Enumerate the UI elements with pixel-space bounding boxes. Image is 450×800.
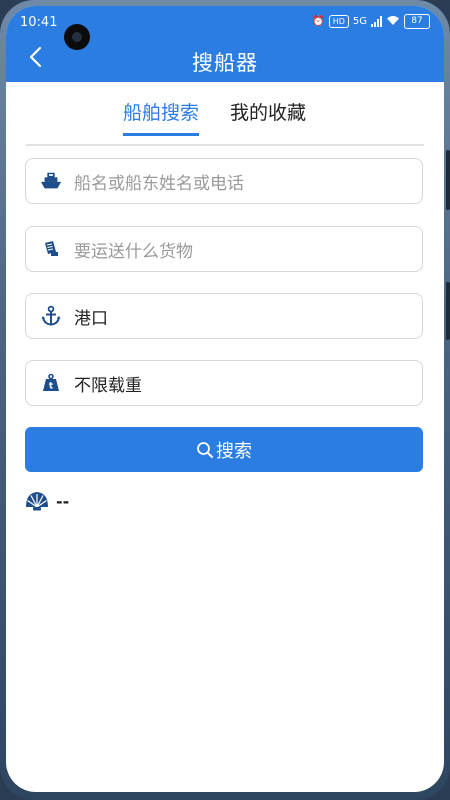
status-icons: ⏰ HD 5G 87: [312, 14, 430, 29]
search-button-label: 搜索: [216, 440, 252, 462]
search-button[interactable]: 搜索: [25, 427, 423, 472]
tonnage-value: 不限载重: [74, 375, 142, 396]
weight-icon: t: [40, 372, 62, 394]
port-placeholder: 港口: [74, 308, 108, 329]
cargo-input[interactable]: 要运送什么货物: [25, 226, 423, 272]
power-button: [446, 282, 450, 340]
ship-icon: [40, 170, 62, 192]
ship-name-input[interactable]: 船名或船东姓名或电话: [25, 158, 423, 204]
camera-cutout: [64, 24, 90, 50]
network-label: 5G: [352, 16, 367, 27]
result-text: --: [56, 491, 70, 511]
page-title: 搜船器: [192, 51, 258, 75]
tab-bar: 船舶搜索 我的收藏: [26, 92, 424, 146]
app-screen: 10:41 ⏰ HD 5G 87 搜船器 船舶搜索 我的收藏 船名或船东姓名或电…: [6, 6, 444, 792]
cargo-placeholder: 要运送什么货物: [74, 241, 193, 262]
alarm-icon: ⏰: [312, 16, 325, 27]
battery-icon: 87: [404, 14, 430, 29]
signal-icon: [371, 16, 382, 27]
volume-button: [446, 150, 450, 210]
svg-text:t: t: [49, 382, 54, 392]
tonnage-select[interactable]: t 不限载重: [25, 360, 423, 406]
port-input[interactable]: 港口: [25, 293, 423, 339]
search-icon: [197, 441, 213, 458]
result-summary: --: [24, 490, 69, 512]
shell-icon: [26, 492, 48, 511]
status-time: 10:41: [20, 15, 58, 30]
wifi-icon: [386, 15, 400, 29]
tab-my-favorites[interactable]: 我的收藏: [230, 98, 306, 133]
tab-ship-search[interactable]: 船舶搜索: [123, 98, 200, 136]
hd-badge: HD: [328, 15, 349, 28]
anchor-icon: [40, 305, 62, 327]
ship-name-placeholder: 船名或船东姓名或电话: [74, 173, 244, 194]
cargo-icon: [40, 238, 62, 260]
